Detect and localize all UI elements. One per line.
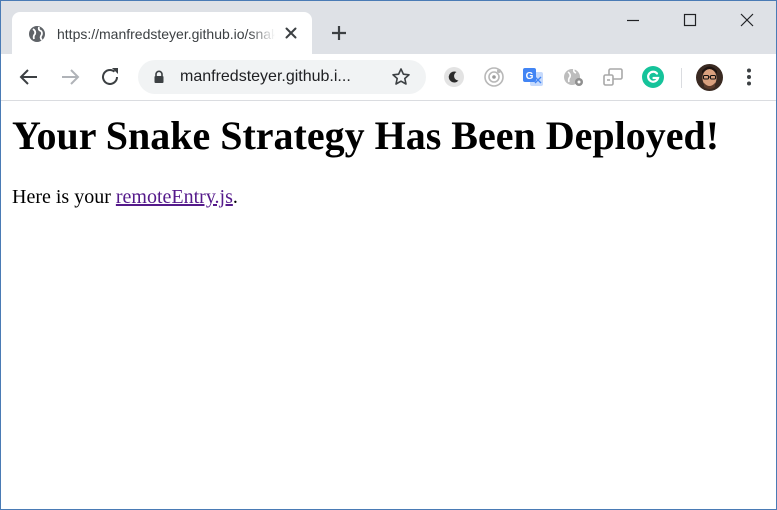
page-paragraph: Here is your remoteEntry.js. (12, 185, 238, 209)
dark-mode-icon[interactable] (442, 65, 466, 89)
back-arrow-icon[interactable] (17, 65, 41, 89)
plus-icon[interactable] (328, 22, 350, 44)
tab-strip: https://manfredsteyer.github.io/snake-st… (1, 1, 776, 54)
paragraph-prefix: Here is your (12, 186, 116, 208)
profile-photo (696, 64, 723, 91)
url-text[interactable]: manfredsteyer.github.i... (180, 67, 380, 87)
tab-title: https://manfredsteyer.github.io/snake-st… (57, 26, 275, 42)
star-icon[interactable] (391, 67, 411, 87)
address-bar[interactable]: manfredsteyer.github.i... (138, 60, 426, 94)
globe-icon (29, 26, 45, 42)
translate-icon[interactable]: G (521, 65, 545, 89)
forward-arrow-icon[interactable] (58, 65, 82, 89)
maximize-icon[interactable] (679, 9, 701, 31)
browser-window: https://manfredsteyer.github.io/snake-st… (0, 0, 777, 510)
globe-gear-icon[interactable] (561, 65, 585, 89)
remote-entry-link[interactable]: remoteEntry.js (116, 186, 233, 208)
browser-tab[interactable]: https://manfredsteyer.github.io/snake-st… (12, 12, 312, 54)
window-close-icon[interactable] (736, 9, 758, 31)
svg-text:G: G (526, 71, 534, 82)
paragraph-suffix: . (232, 186, 238, 208)
avatar[interactable] (696, 64, 723, 91)
grammarly-icon[interactable] (641, 65, 665, 89)
browser-toolbar: manfredsteyer.github.i... G (1, 54, 776, 101)
page-content: Your Snake Strategy Has Been Deployed! H… (1, 101, 776, 509)
lock-icon[interactable] (152, 70, 166, 84)
more-vert-icon[interactable] (737, 65, 761, 89)
devices-icon[interactable] (601, 65, 625, 89)
toolbar-separator (681, 68, 682, 88)
page-heading: Your Snake Strategy Has Been Deployed! (12, 113, 720, 158)
reload-icon[interactable] (98, 65, 122, 89)
target-icon[interactable] (482, 65, 506, 89)
close-icon[interactable] (283, 25, 299, 41)
minimize-icon[interactable] (622, 9, 644, 31)
